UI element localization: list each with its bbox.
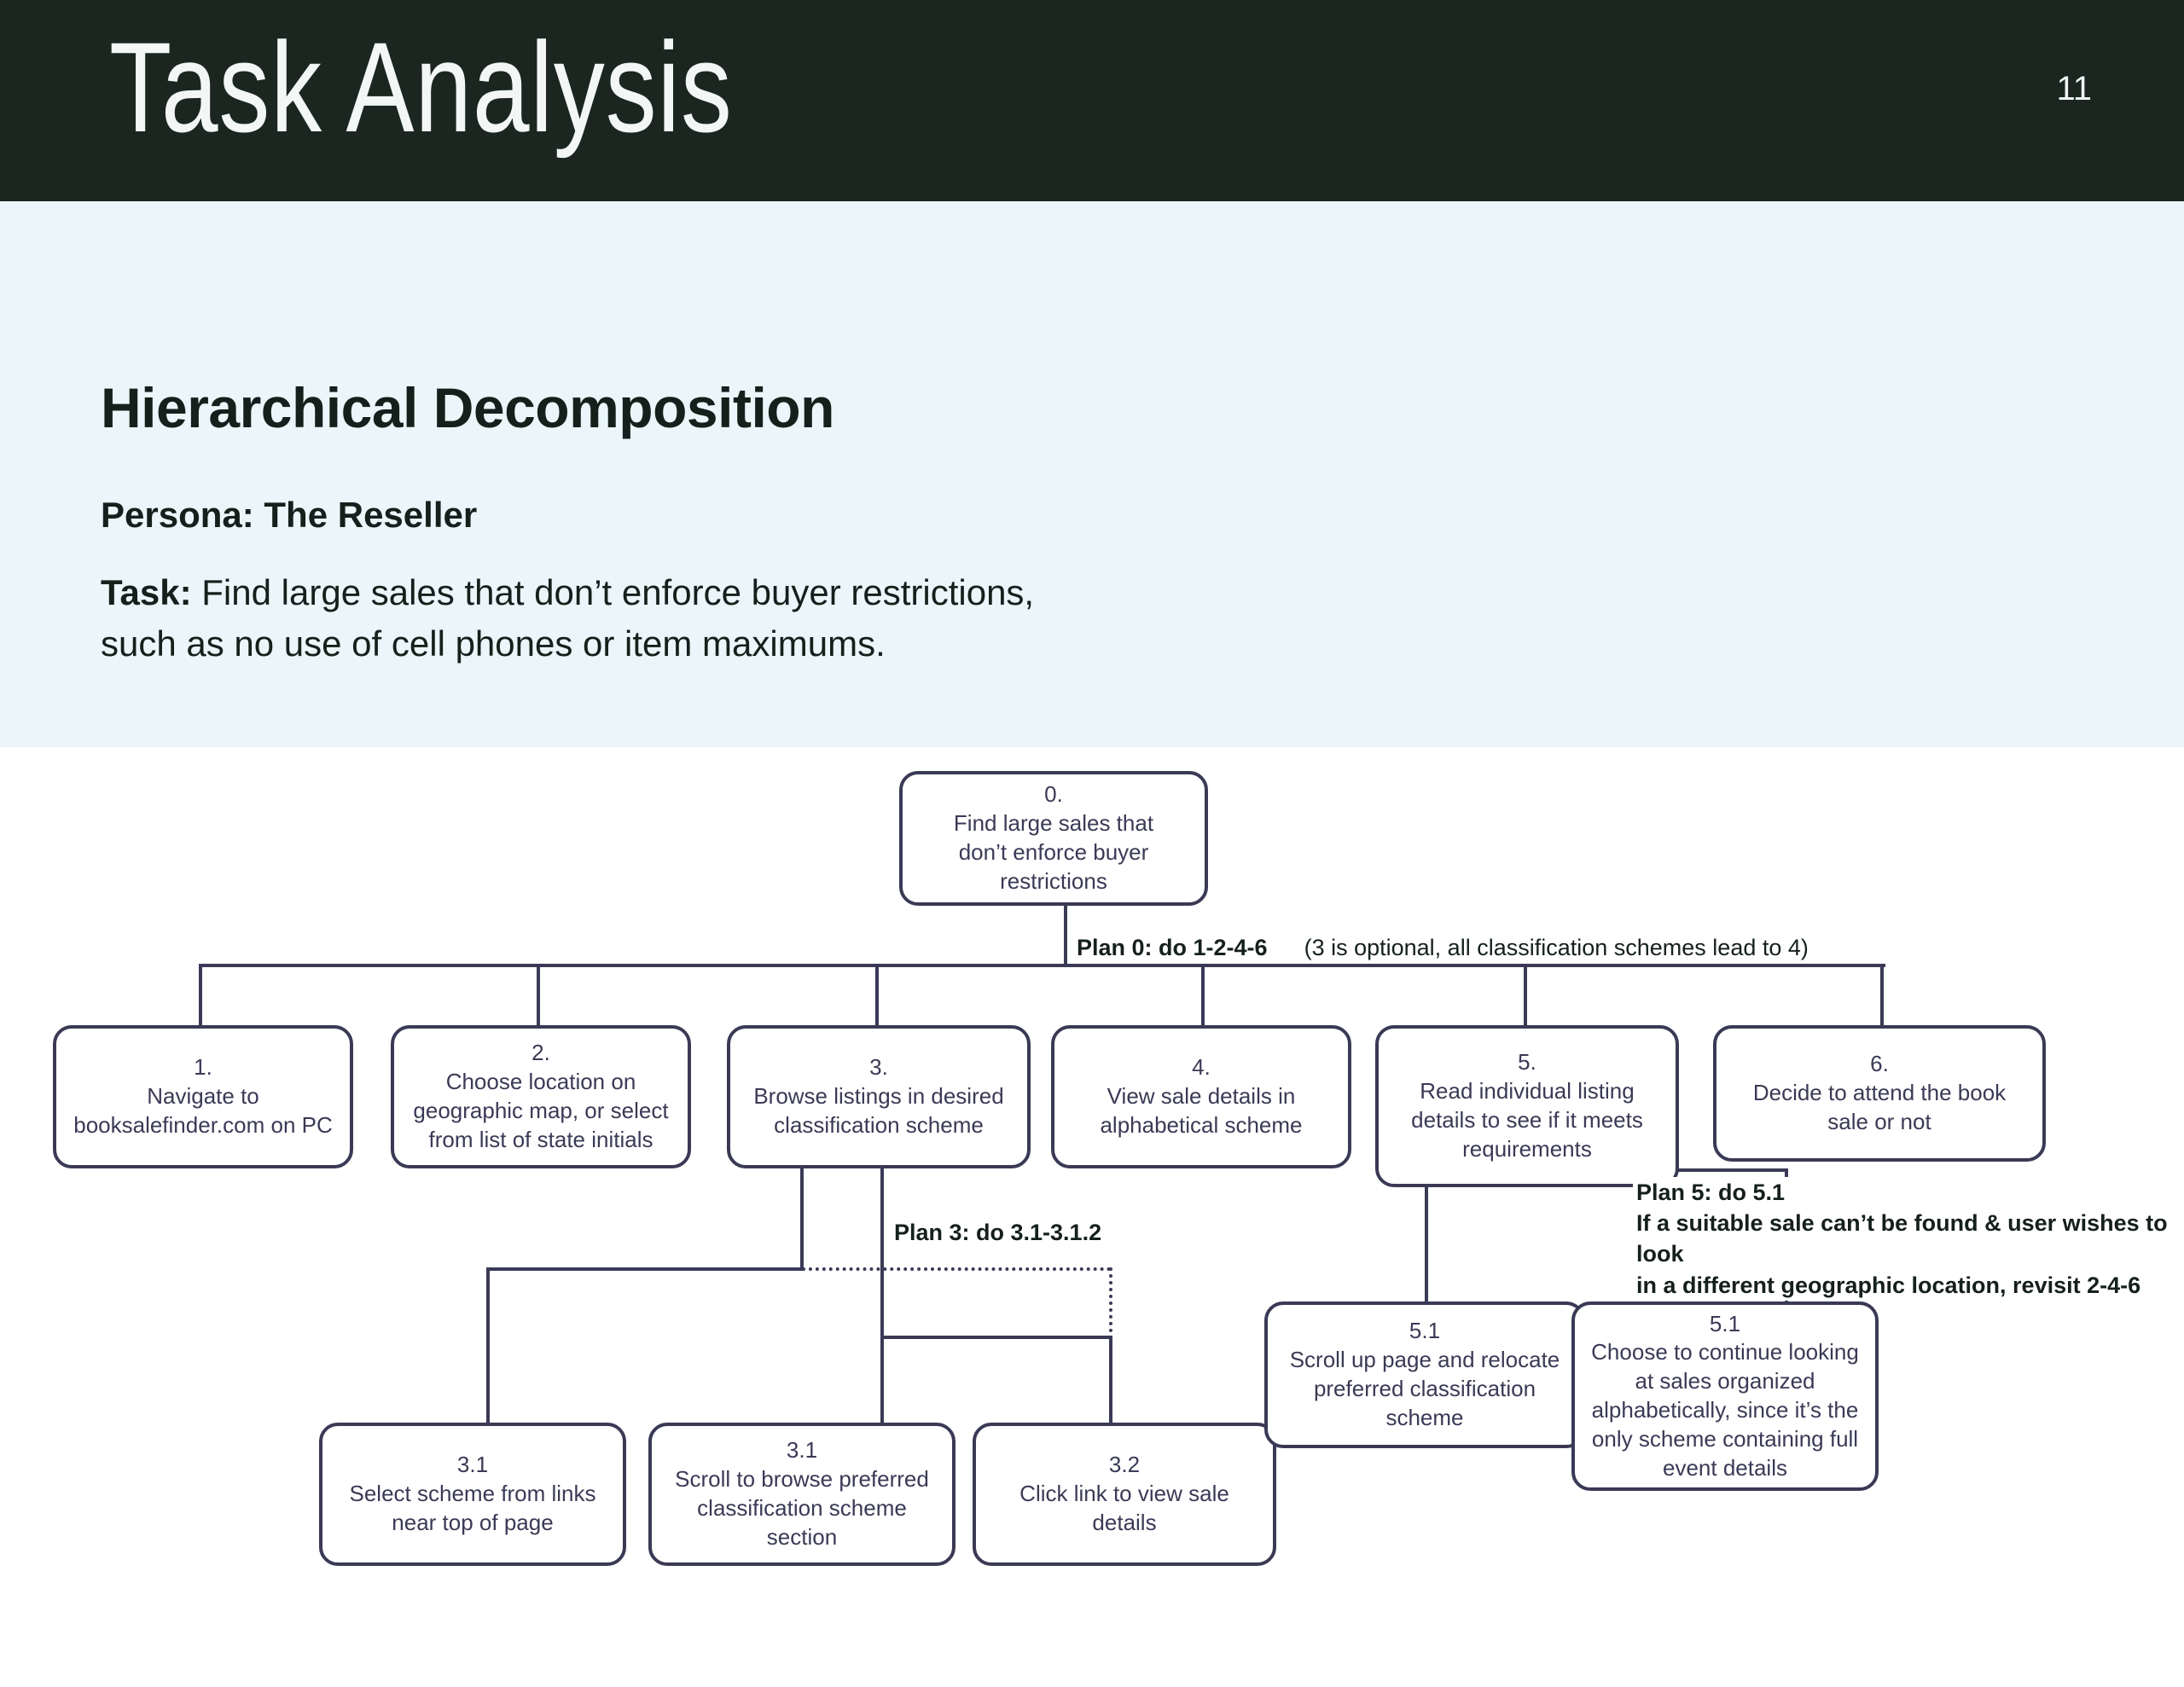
node-5-number: 5. — [1518, 1049, 1536, 1075]
node-2-number: 2. — [531, 1040, 550, 1066]
node-1-line-1: Navigate to — [147, 1083, 259, 1110]
node-6-line-2: sale or not — [1827, 1108, 1931, 1134]
node-3-1-b-line-2: classification scheme — [697, 1495, 907, 1521]
node-3-line-1: Browse listings in desired — [753, 1083, 1004, 1110]
edge-bus-to-n5 — [1524, 964, 1527, 1025]
node-5-line-1: Read individual listing — [1420, 1078, 1635, 1104]
node-2-line-2: geographic map, or select — [413, 1098, 669, 1123]
section-heading: Hierarchical Decomposition — [101, 376, 834, 439]
edge-n3-stem-right — [880, 1168, 884, 1424]
node-5-line-2: details to see if it meets — [1411, 1107, 1643, 1133]
task-analysis-diagram: Plan 0: do 1-2-4-6 (3 is optional, all c… — [0, 747, 2184, 1687]
node-5-1-b[interactable]: 5.1 Choose to continue looking at sales … — [1571, 1301, 1879, 1491]
node-2-line-1: Choose location on — [445, 1069, 636, 1095]
plan-5-line-3: in a different geographic location, revi… — [1636, 1272, 2141, 1298]
page-title: Task Analysis — [109, 15, 733, 159]
node-5-1-b-line-3: alphabetically, since it’s the — [1591, 1397, 1859, 1423]
node-0[interactable]: 0. Find large sales that don’t enforce b… — [899, 771, 1208, 906]
node-6-line-1: Decide to attend the book — [1752, 1080, 2007, 1106]
node-4-number: 4. — [1192, 1054, 1211, 1081]
node-1-number: 1. — [194, 1054, 212, 1081]
edge-root-stem — [1064, 906, 1067, 967]
node-3-2-line-2: details — [1092, 1509, 1157, 1535]
node-5-1-a-line-2: preferred classification — [1313, 1376, 1536, 1401]
slide-header: Task Analysis 11 — [0, 0, 2184, 201]
node-3-1-a-line-2: near top of page — [392, 1509, 554, 1535]
node-6-number: 6. — [1870, 1051, 1889, 1077]
node-3-1-a-number: 3.1 — [456, 1452, 489, 1478]
task-label: Task: — [101, 572, 192, 612]
node-3-1-a[interactable]: 3.1 Select scheme from links near top of… — [319, 1423, 626, 1566]
node-5-1-a-line-3: scheme — [1385, 1404, 1464, 1430]
persona-value: The Reseller — [264, 495, 478, 535]
edge-level1-bus — [200, 964, 1885, 967]
node-0-line-3: restrictions — [1000, 867, 1107, 894]
edge-n5-to-51a — [1425, 1168, 1428, 1301]
edge-bus-to-n4 — [1201, 964, 1205, 1025]
node-2-line-3: from list of state initials — [428, 1126, 653, 1152]
node-5-line-3: requirements — [1462, 1135, 1592, 1162]
edge-n3-left-run — [486, 1267, 804, 1271]
edge-n3-to-32 — [1109, 1336, 1112, 1423]
plan-3-strong: Plan 3: do 3.1-3.1.2 — [894, 1220, 1102, 1245]
node-3-2[interactable]: 3.2 Click link to view sale details — [973, 1423, 1276, 1566]
plan-0-label: Plan 0: do 1-2-4-6 (3 is optional, all c… — [1073, 933, 1812, 964]
edge-dotted-horizontal — [802, 1267, 1111, 1271]
node-6[interactable]: 6. Decide to attend the book sale or not — [1713, 1025, 2046, 1162]
node-3-1-a-line-1: Select scheme from links — [349, 1481, 596, 1507]
node-0-line-1: Find large sales that — [953, 810, 1154, 837]
plan-5-label: Plan 5: do 5.1 If a suitable sale can’t … — [1633, 1177, 2184, 1301]
plan-5-line-1: Plan 5: do 5.1 — [1636, 1180, 1786, 1205]
node-5-1-b-number: 5.1 — [1709, 1310, 1741, 1336]
node-5[interactable]: 5. Read individual listing details to se… — [1375, 1025, 1679, 1187]
node-3-1-b-line-3: section — [766, 1523, 838, 1550]
plan-3-label: Plan 3: do 3.1-3.1.2 — [891, 1218, 1106, 1249]
node-2[interactable]: 2. Choose location on geographic map, or… — [391, 1025, 691, 1168]
edge-bus-to-n1 — [199, 964, 202, 1025]
plan-0-strong: Plan 0: do 1-2-4-6 — [1077, 935, 1268, 960]
edge-n3-stem-left — [800, 1168, 804, 1271]
edge-bus-to-n3 — [875, 964, 879, 1025]
node-5-1-b-line-2: at sales organized — [1635, 1368, 1815, 1394]
node-5-1-a[interactable]: 5.1 Scroll up page and relocate preferre… — [1264, 1301, 1585, 1448]
node-3[interactable]: 3. Browse listings in desired classifica… — [727, 1025, 1031, 1168]
node-0-line-2: don’t enforce buyer — [958, 839, 1149, 865]
task-value: Find large sales that don’t enforce buye… — [101, 572, 1035, 664]
plan-5-line-2: If a suitable sale can’t be found & user… — [1636, 1210, 2168, 1267]
edge-n3-to-31a — [486, 1267, 490, 1423]
node-1[interactable]: 1. Navigate to booksalefinder.com on PC — [53, 1025, 353, 1168]
persona-line: Persona: The Reseller — [101, 495, 477, 536]
node-0-number: 0. — [1044, 781, 1063, 808]
page-number: 11 — [2056, 70, 2092, 107]
node-5-1-b-line-5: event details — [1663, 1454, 1787, 1481]
plan-0-regular: (3 is optional, all classification schem… — [1304, 935, 1809, 960]
node-5-1-a-number: 5.1 — [1409, 1318, 1441, 1344]
node-3-1-b[interactable]: 3.1 Scroll to browse preferred classific… — [648, 1423, 956, 1566]
edge-bus-to-n2 — [537, 964, 540, 1025]
node-1-line-2: booksalefinder.com on PC — [73, 1111, 333, 1138]
node-5-1-b-line-4: only scheme containing full — [1591, 1425, 1859, 1452]
node-5-1-a-line-1: Scroll up page and relocate — [1289, 1347, 1560, 1373]
node-4-line-2: alphabetical scheme — [1100, 1111, 1303, 1138]
node-4-line-1: View sale details in — [1107, 1083, 1296, 1110]
node-3-2-line-1: Click link to view sale — [1019, 1481, 1229, 1507]
node-5-1-b-line-1: Choose to continue looking — [1591, 1339, 1859, 1365]
node-3-number: 3. — [869, 1054, 888, 1081]
node-3-line-2: classification scheme — [774, 1111, 984, 1138]
edge-n3-right-run — [880, 1336, 1112, 1339]
task-block: Task: Find large sales that don’t enforc… — [101, 567, 1056, 669]
persona-label: Persona: — [101, 495, 254, 535]
node-4[interactable]: 4. View sale details in alphabetical sch… — [1051, 1025, 1351, 1168]
node-3-1-b-number: 3.1 — [786, 1437, 818, 1464]
edge-dotted-vertical — [1109, 1267, 1112, 1339]
node-3-2-number: 3.2 — [1108, 1452, 1141, 1478]
edge-bus-to-n6 — [1880, 964, 1884, 1025]
node-3-1-b-line-1: Scroll to browse preferred — [675, 1466, 929, 1493]
